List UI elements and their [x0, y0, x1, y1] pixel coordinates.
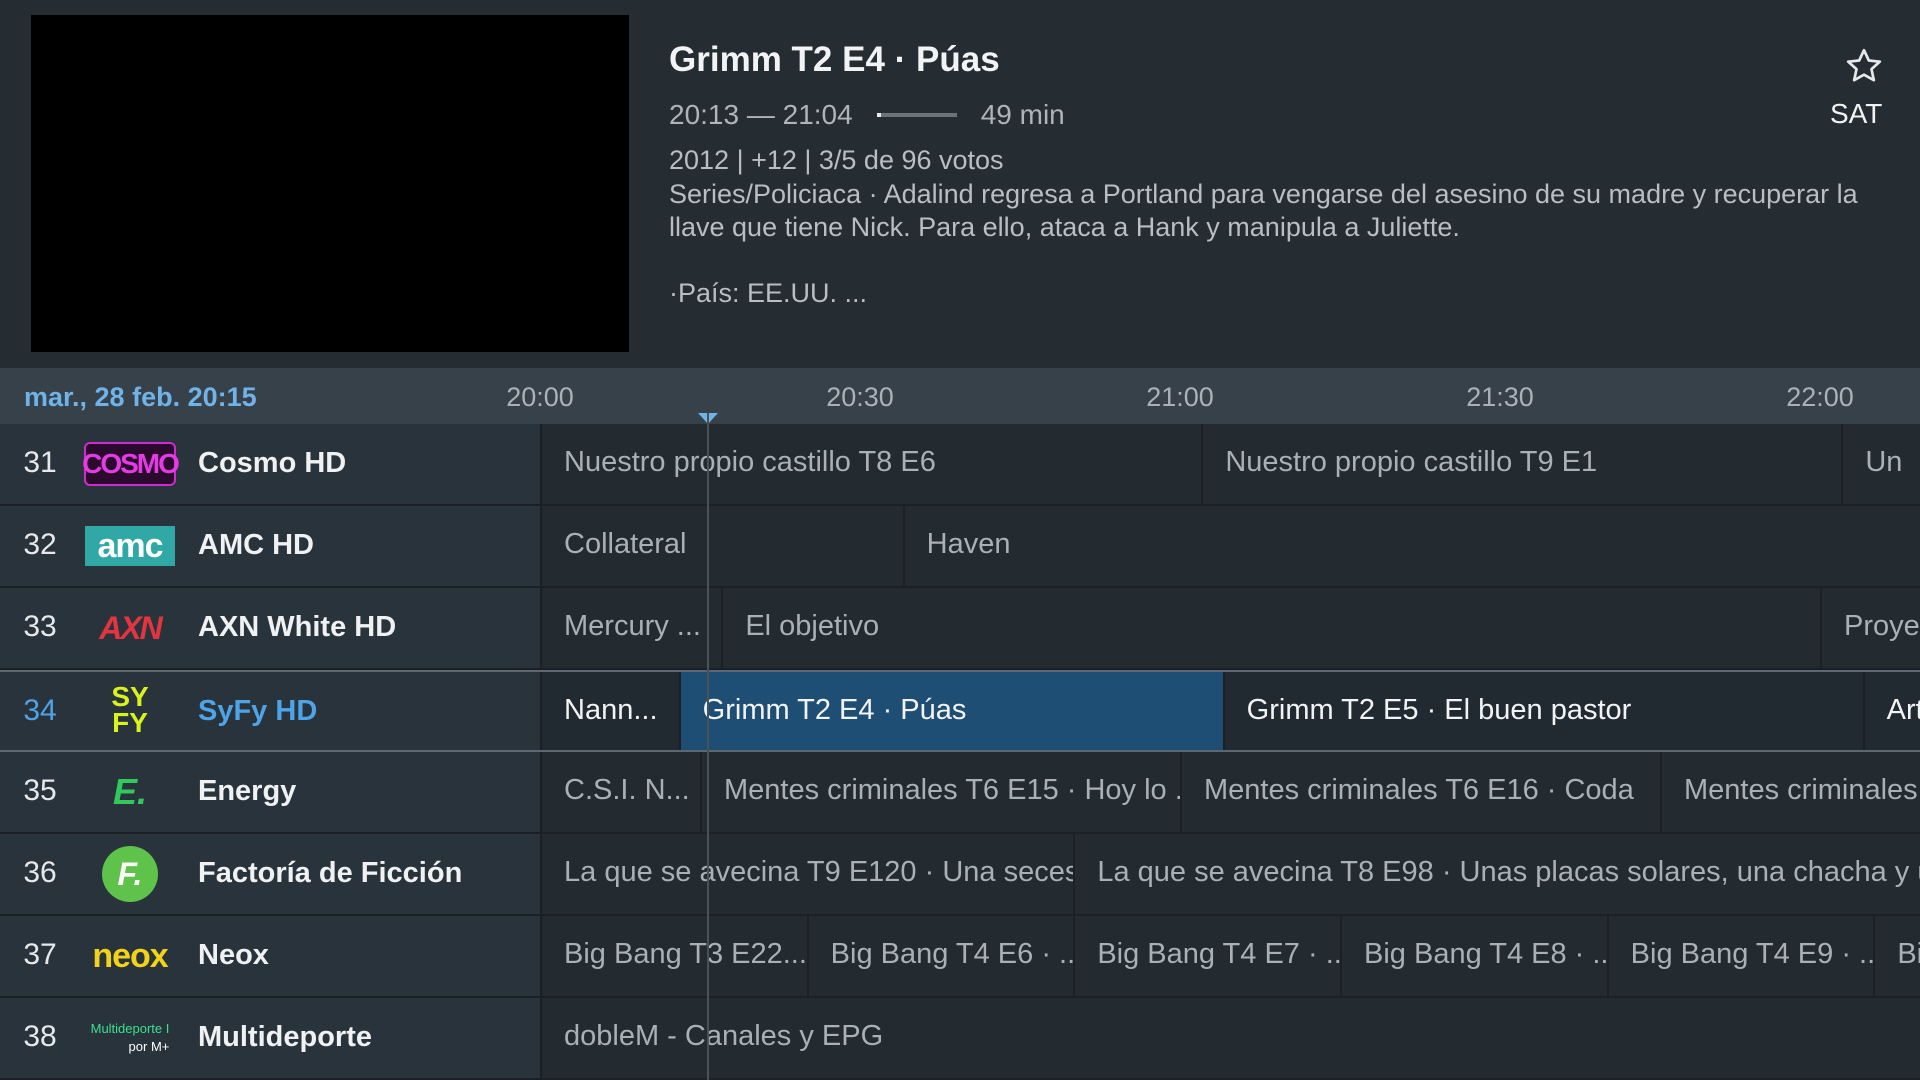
amc-logo-text: amc — [85, 526, 175, 566]
channel-name: Multideporte — [198, 1021, 372, 1053]
channel-number: 32 — [23, 528, 57, 561]
program-title: Grimm T2 E4 · Púas — [669, 40, 1000, 79]
program-cell[interactable]: Big Bang T4 E9 · ... — [1606, 916, 1874, 996]
channel-row[interactable]: 32 amc AMC HD Collateral Haven — [0, 506, 1920, 588]
channel-header[interactable]: 36 F. Factoría de Ficción — [0, 834, 540, 914]
program-cell[interactable]: La que se avecina T8 E98 · Unas placas s… — [1073, 834, 1920, 914]
channel-header[interactable]: 32 amc AMC HD — [0, 506, 540, 586]
timeline-tick: 20:00 — [506, 382, 574, 412]
channel-name: SyFy HD — [198, 695, 318, 727]
program-cell[interactable]: Mentes criminales T6 E15 · Hoy lo ... — [700, 752, 1180, 832]
multideporte-logo: Multideporte I por M+ — [84, 1010, 176, 1066]
program-cell[interactable]: El objetivo — [721, 588, 1820, 668]
syfy-logo: SY FY — [84, 681, 176, 740]
channel-number: 34 — [23, 694, 57, 727]
program-cell[interactable]: Collateral — [540, 506, 903, 586]
now-line — [707, 413, 709, 1080]
channel-number: 33 — [23, 610, 57, 643]
program-cell[interactable]: Art — [1862, 672, 1920, 750]
channel-header[interactable]: 33 AXN AXN White HD — [0, 588, 540, 668]
channel-row[interactable]: 38 Multideporte I por M+ Multideporte dobleM… — [0, 998, 1920, 1080]
channel-row[interactable]: 31 COSMO Cosmo HD Nuestro propio castillo T… — [0, 424, 1920, 506]
channel-header[interactable]: 38 Multideporte I por M+ Multideporte — [0, 998, 540, 1078]
source-label: SAT — [1830, 98, 1883, 129]
channel-row[interactable]: 33 AXN AXN White HD Mercury ... El objetivo P… — [0, 588, 1920, 670]
channel-number: 36 — [23, 856, 57, 889]
program-country: ·País: EE.UU. ... — [669, 278, 868, 308]
program-description: Series/Policiaca · Adalind regresa a Por… — [669, 179, 1858, 242]
channel-name: Neox — [198, 939, 269, 971]
program-cell[interactable]: La que se avecina T9 E120 · Una seces... — [540, 834, 1074, 914]
program-cell[interactable]: Mentes criminales T — [1660, 752, 1920, 832]
channel-header[interactable]: 34 SY FY SyFy HD — [0, 672, 540, 750]
video-preview[interactable] — [31, 15, 629, 352]
program-cell[interactable]: Proyec — [1820, 588, 1920, 668]
channel-number: 35 — [23, 774, 57, 807]
fdf-logo-text: F. — [102, 846, 158, 902]
timeline-tick: 21:00 — [1146, 382, 1214, 412]
program-meta: 2012 | +12 | 3/5 de 96 votos — [669, 145, 1004, 175]
star-outline-icon[interactable] — [1844, 46, 1884, 86]
timeline-tick: 21:30 — [1466, 382, 1534, 412]
program-cell[interactable]: Un — [1841, 424, 1920, 504]
program-cell-focused[interactable]: Grimm T2 E4 · Púas — [678, 672, 1223, 750]
current-datetime: mar., 28 feb. 20:15 — [24, 382, 257, 412]
channel-name: Cosmo HD — [198, 447, 347, 479]
channel-name: Energy — [198, 775, 297, 807]
channel-name: AXN White HD — [198, 611, 397, 643]
program-info-panel: Grimm T2 E4 · Púas 20:13 — 21:04 49 min … — [0, 0, 1920, 368]
program-cell[interactable]: Nuestro propio castillo T8 E6 — [540, 424, 1202, 504]
channel-name: Factoría de Ficción — [198, 857, 463, 889]
program-cell[interactable]: dobleM - Canales y EPG — [540, 998, 1920, 1078]
program-cell[interactable]: Grimm T2 E5 · El buen pastor — [1222, 672, 1863, 750]
program-cell[interactable]: Big Bang T4 E6 · ... — [806, 916, 1074, 996]
axn-white-logo-text: AXN — [99, 609, 163, 646]
energy-logo: E. — [84, 764, 176, 820]
channel-row[interactable]: 36 F. Factoría de Ficción La que se avecina… — [0, 834, 1920, 916]
channel-row[interactable]: 34 SY FY SyFy HD Nann... Grimm T2 E4 · Púas G… — [0, 670, 1920, 752]
program-cell[interactable]: Haven — [902, 506, 1920, 586]
program-time-range: 20:13 — 21:04 — [669, 99, 853, 130]
axn-white-logo: AXN — [84, 600, 176, 656]
program-cell[interactable]: Big Bang T4 E8 · ... — [1340, 916, 1607, 996]
channel-number: 37 — [23, 938, 57, 971]
program-cell[interactable]: Mentes criminales T6 E16 · Coda — [1180, 752, 1660, 832]
cosmo-logo-text: COSMO — [82, 442, 180, 486]
fdf-logo: F. — [84, 846, 176, 902]
timeline-header: mar., 28 feb. 20:15 20:00 20:30 21:00 21… — [0, 368, 1920, 424]
neox-logo: neox — [84, 928, 176, 984]
logo-sub-line: por M+ — [128, 1039, 170, 1054]
channel-name: AMC HD — [198, 529, 314, 561]
timeline-tick: 20:30 — [826, 382, 894, 412]
program-cell[interactable]: Nuestro propio castillo T9 E1 — [1201, 424, 1842, 504]
channel-row[interactable]: 37 neox Neox Big Bang T3 E22... Big Bang T4 … — [0, 916, 1920, 998]
program-cell[interactable]: Mercury ... — [540, 588, 722, 668]
program-cell[interactable]: Nann... — [540, 672, 679, 750]
neox-logo-text: neox — [92, 936, 168, 975]
channel-row[interactable]: 35 E. Energy C.S.I. N... Mentes criminales T… — [0, 752, 1920, 834]
cosmo-logo: COSMO — [82, 436, 180, 492]
program-cell[interactable]: Big Bang T3 E22... — [540, 916, 807, 996]
channel-number: 31 — [23, 446, 57, 479]
program-cell[interactable]: Big Bang T4 E7 · ... — [1073, 916, 1340, 996]
channel-number: 38 — [23, 1020, 57, 1053]
program-progress-bar — [876, 113, 957, 117]
multideporte-logo-text: Multideporte I por M+ — [91, 1020, 170, 1056]
syfy-logo-text: SY FY — [111, 681, 149, 738]
program-duration: 49 min — [980, 99, 1065, 130]
epg-grid: 31 COSMO Cosmo HD Nuestro propio castillo T… — [0, 424, 1920, 1080]
channel-header[interactable]: 35 E. Energy — [0, 752, 540, 832]
program-progress-fill — [876, 113, 881, 117]
energy-logo-text: E. — [112, 771, 147, 812]
program-cell[interactable]: C.S.I. N... — [540, 752, 700, 832]
channel-header[interactable]: 37 neox Neox — [0, 916, 540, 996]
amc-logo: amc — [84, 518, 176, 574]
timeline-tick: 22:00 — [1786, 382, 1854, 412]
program-cell[interactable]: Bi — [1873, 916, 1920, 996]
program-time-row: 20:13 — 21:04 49 min — [669, 97, 1065, 133]
channel-header[interactable]: 31 COSMO Cosmo HD — [0, 424, 540, 504]
logo-line: Multideporte I — [90, 1021, 170, 1036]
